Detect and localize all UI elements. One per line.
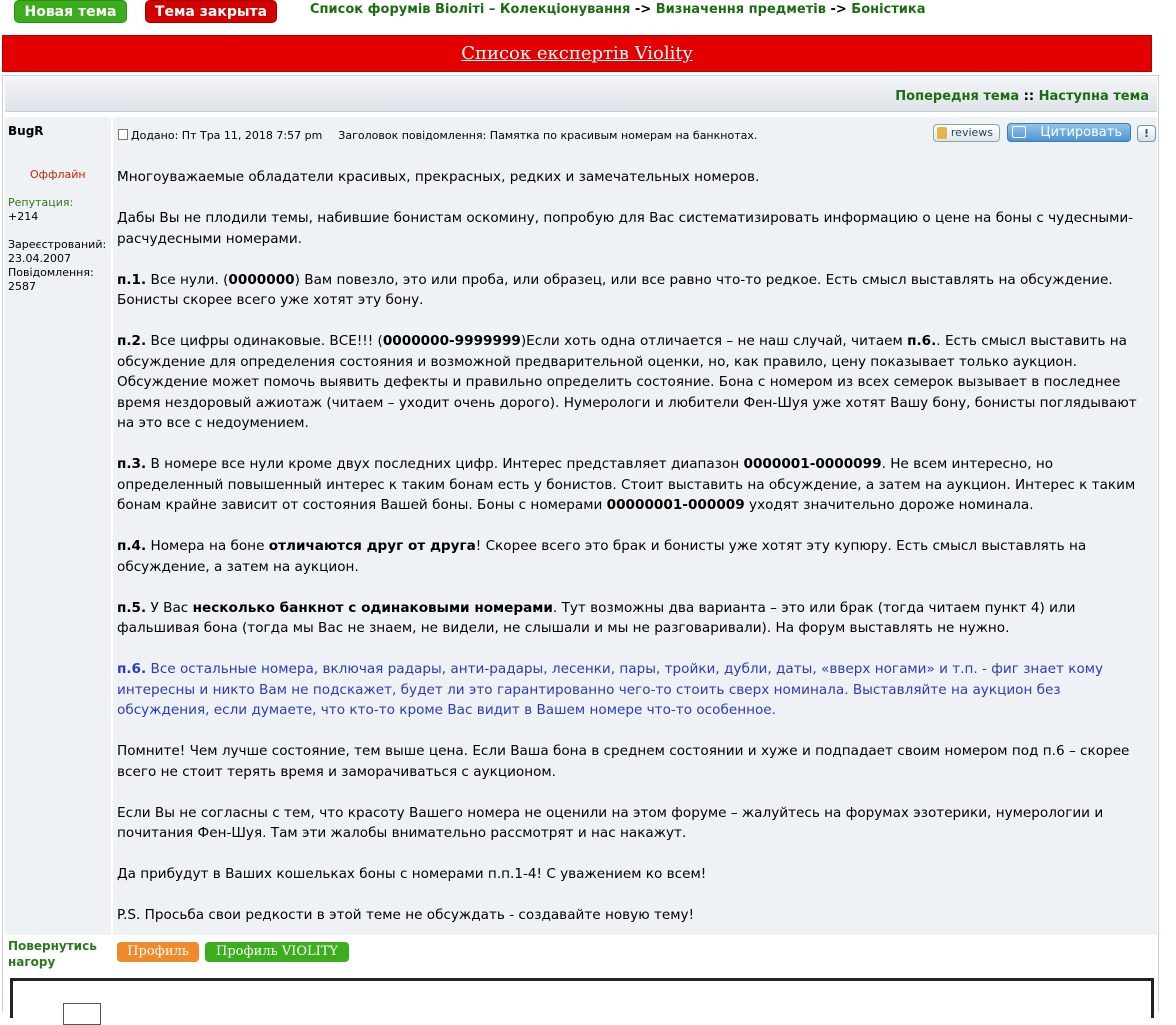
- point-label: п.4.: [117, 538, 147, 554]
- post-paragraph: Дабы Вы не плодили темы, набившие бонист…: [117, 210, 1134, 247]
- experts-list-link[interactable]: Список експертів Violity: [461, 43, 693, 64]
- post-bold: 0000001-0000099: [743, 456, 882, 472]
- profile-button[interactable]: Профиль: [117, 942, 199, 962]
- quote-button[interactable]: Цитировать: [1007, 123, 1131, 142]
- registered-label: Зареєстрований:: [8, 238, 107, 251]
- post-paragraph: п.2. Все цифры одинаковые. ВСЕ!!! (00000…: [117, 331, 1157, 434]
- post-paragraph: P.S. Просьба свои редкости в этой теме н…: [117, 907, 695, 923]
- post-bold: 0000000-9999999: [382, 333, 521, 349]
- next-post-box: [10, 978, 1154, 1025]
- experts-banner: Список експертів Violity: [2, 35, 1152, 72]
- post-icon: [118, 129, 128, 140]
- quote-icon: [1012, 126, 1026, 138]
- point-label: п.6.: [117, 661, 147, 677]
- breadcrumb-separator: ->: [830, 2, 847, 17]
- posts-value: 2587: [8, 280, 36, 293]
- registered-value: 23.04.2007: [8, 252, 71, 265]
- post-header: Додано: Пт Тра 11, 2018 7:57 pm Заголовок…: [118, 129, 757, 142]
- topic-closed-button[interactable]: Тема закрыта: [145, 0, 277, 23]
- post-bold: 00000001-000009: [606, 497, 745, 513]
- report-button[interactable]: !: [1137, 125, 1156, 142]
- post-paragraph: п.3. В номере все нули кроме двух послед…: [117, 454, 1157, 516]
- post-text: )Если хоть одна отличается – не наш случ…: [520, 333, 908, 349]
- point-label: п.3.: [117, 456, 147, 472]
- post-bold: отличаются друг от друга: [268, 538, 476, 554]
- post-paragraph: Помните! Чем лучше состояние, тем выше ц…: [117, 743, 1130, 780]
- posts-label: Повідомлення:: [8, 266, 94, 279]
- post-text: Номера на боне: [146, 538, 269, 554]
- breadcrumb-item-identification[interactable]: Визначення предметів: [656, 2, 826, 17]
- post-text: У Вас: [146, 599, 193, 616]
- post-subject: Заголовок повідомлення: Памятка по краси…: [338, 129, 758, 142]
- post-text: уходят значительно дороже номинала.: [744, 497, 1034, 513]
- post-text: Все нули. (: [146, 271, 229, 288]
- point-label: п.2.: [117, 333, 147, 349]
- post-paragraph: Если Вы не согласны с тем, что красоту В…: [117, 804, 1104, 842]
- quote-label: Цитировать: [1040, 125, 1122, 140]
- thumbs-up-icon: [937, 127, 947, 139]
- post-paragraph: п.1. Все нули. (0000000) Вам повезло, эт…: [117, 270, 1157, 311]
- breadcrumb-item-forums[interactable]: Список форумів Віоліті – Колекціонування: [310, 2, 630, 17]
- reputation-value: +214: [8, 210, 39, 223]
- breadcrumb-separator: ->: [634, 2, 652, 17]
- post-text: Все остальные номера, включая радары, ан…: [117, 661, 1104, 718]
- post-paragraph: Да прибудут в Ваших кошельках боны с ном…: [117, 866, 707, 882]
- nav-separator: ::: [1023, 89, 1035, 104]
- point-label: п.5.: [117, 599, 147, 616]
- post-text: Все цифры одинаковые. ВСЕ!!! (: [146, 333, 383, 349]
- reviews-button[interactable]: reviews: [933, 124, 1000, 142]
- post-date: Додано: Пт Тра 11, 2018 7:57 pm: [131, 129, 323, 142]
- topic-nav-bar: Попередня тема :: Наступна тема: [5, 77, 1157, 112]
- post-paragraph: п.5. У Вас несколько банкнот с одинаковы…: [117, 598, 1157, 639]
- topic-nav-links: Попередня тема :: Наступна тема: [895, 89, 1149, 104]
- post-paragraph: Многоуважаемые обладатели красивых, прек…: [117, 169, 760, 185]
- post-text: В номере все нули кроме двух последних ц…: [146, 456, 744, 472]
- author-name[interactable]: BugR: [8, 124, 44, 138]
- violity-profile-button[interactable]: Профиль VIOLITY: [205, 942, 349, 962]
- top-bar: Новая тема Тема закрыта Список форумів В…: [0, 0, 1176, 28]
- post-bold: п.6.: [907, 333, 937, 349]
- next-post-icon: [63, 1003, 101, 1025]
- prev-topic-link[interactable]: Попередня тема: [895, 89, 1019, 104]
- breadcrumb-item-bonistics[interactable]: Боністика: [851, 2, 925, 17]
- breadcrumb: Список форумів Віоліті – Колекціонування…: [310, 2, 926, 17]
- reputation-label[interactable]: Репутация:: [8, 196, 106, 210]
- online-status: Оффлайн: [30, 168, 86, 181]
- point-label: п.1.: [117, 271, 147, 288]
- post-body: Многоуважаемые обладатели красивых, прек…: [117, 167, 1157, 946]
- author-info: Репутация: +214 Зареєстрований: 23.04.20…: [8, 196, 106, 294]
- post-paragraph: п.4. Номера на боне отличаются друг от д…: [117, 536, 1157, 577]
- new-topic-button[interactable]: Новая тема: [14, 0, 127, 23]
- back-to-top-link[interactable]: Повернутись нагору: [8, 938, 108, 970]
- post-bold: несколько банкнот с одинаковыми номерами: [192, 599, 553, 616]
- post-paragraph-colored: п.6. Все остальные номера, включая радар…: [117, 659, 1157, 721]
- post-bold: 0000000: [228, 271, 295, 288]
- next-topic-link[interactable]: Наступна тема: [1039, 89, 1149, 104]
- reviews-label: reviews: [950, 126, 993, 139]
